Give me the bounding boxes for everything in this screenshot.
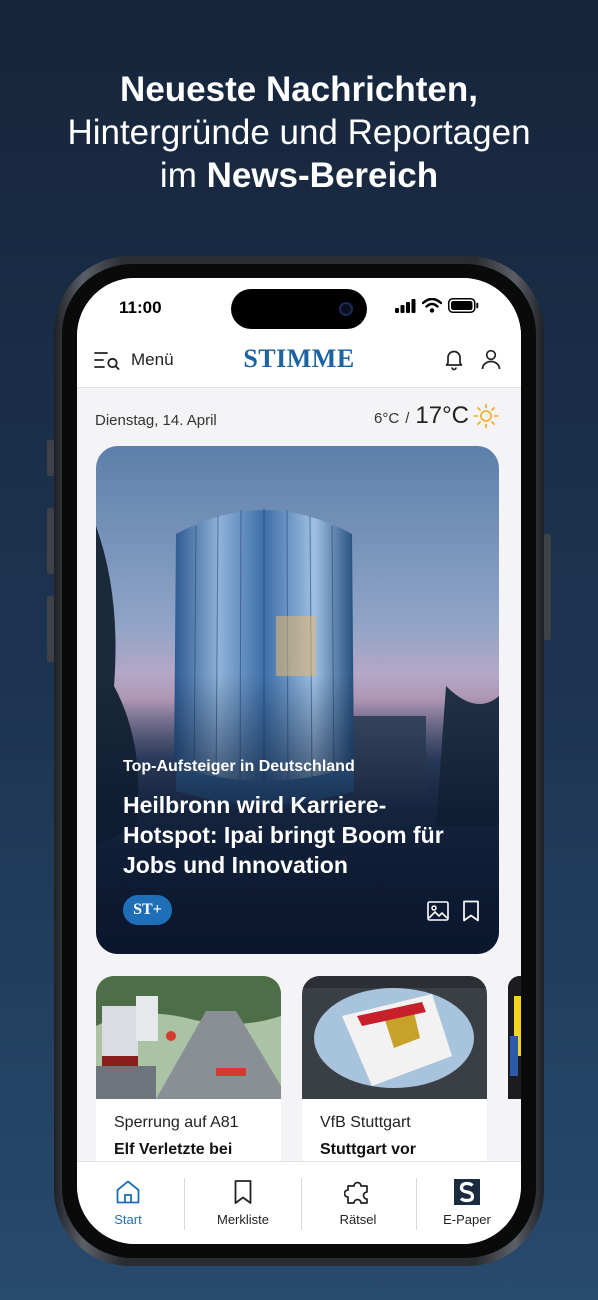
nav-divider [416, 1178, 417, 1230]
volume-down-button [47, 596, 54, 662]
promo-line-2: Hintergründe und Reportagen [67, 113, 531, 152]
card-2-image [302, 976, 487, 1099]
card-2-kicker: VfB Stuttgart [320, 1114, 411, 1131]
front-camera [339, 302, 353, 316]
temperature-low: 6°C [374, 410, 400, 427]
temperature-separator: / [405, 410, 410, 427]
promo-line-3-bold: News-Bereich [206, 156, 439, 195]
nav-divider [301, 1178, 302, 1230]
article-card-1[interactable]: Sperrung auf A81 Elf Verletzte bei [96, 976, 281, 1176]
sun-icon [473, 403, 499, 429]
bookmark-icon[interactable] [459, 899, 483, 923]
hero-title[interactable]: Heilbronn wird Karriere-Hotspot: Ipai br… [123, 790, 479, 880]
nav-merkliste[interactable]: Merkliste [199, 1162, 287, 1244]
app-header: Menü STIMME [77, 338, 521, 388]
nav-epaper-label: E-Paper [443, 1212, 491, 1227]
volume-up-button [47, 508, 54, 574]
promo-line-3-prefix: im [159, 156, 197, 195]
weather-widget[interactable]: 6°C / 17°C [374, 402, 499, 430]
gallery-icon[interactable] [426, 899, 450, 923]
article-card-2[interactable]: VfB Stuttgart Stuttgart vor [302, 976, 487, 1176]
bell-icon[interactable] [442, 347, 466, 371]
home-icon [116, 1180, 140, 1204]
mute-switch [47, 440, 54, 476]
promo-line-1: Neueste Nachrichten, [120, 70, 478, 109]
phone-screen: 11:00 Menü STIMME Dienstag, 14. April 6°… [77, 278, 521, 1244]
bottom-navigation: Start Merkliste Rätsel E-Paper [77, 1161, 521, 1244]
cellular-signal-icon [395, 298, 416, 313]
nav-start-label: Start [114, 1212, 142, 1227]
nav-raetsel[interactable]: Rätsel [318, 1162, 398, 1244]
puzzle-icon [344, 1181, 368, 1204]
wifi-icon [422, 298, 442, 313]
battery-icon [448, 298, 479, 313]
status-bar: 11:00 [77, 278, 521, 338]
hero-text: Top-Aufsteiger in Deutschland Heilbronn … [123, 758, 479, 880]
user-icon[interactable] [479, 347, 503, 371]
promo-headline: Neueste Nachrichten, Hintergründe und Re… [0, 68, 598, 197]
status-time: 11:00 [119, 298, 162, 317]
card-3-image [508, 976, 521, 1099]
nav-divider [184, 1178, 185, 1230]
nav-epaper[interactable]: E-Paper [429, 1162, 505, 1244]
hero-kicker: Top-Aufsteiger in Deutschland [123, 758, 355, 775]
card-1-image [96, 976, 281, 1099]
nav-raetsel-label: Rätsel [339, 1212, 377, 1227]
current-date: Dienstag, 14. April [95, 412, 217, 429]
bookmark-icon [234, 1180, 252, 1204]
nav-merkliste-label: Merkliste [216, 1212, 269, 1227]
card-2-title: Stuttgart vor [320, 1141, 416, 1158]
promo-line-3: im News-Bereich [0, 154, 598, 197]
article-card-3-peek[interactable] [508, 976, 521, 1099]
power-button [544, 534, 551, 640]
date-weather-row: Dienstag, 14. April 6°C / 17°C [77, 388, 521, 446]
temperature-high: 17°C [415, 402, 469, 429]
card-1-kicker: Sperrung auf A81 [114, 1114, 239, 1131]
hero-article[interactable]: Top-Aufsteiger in Deutschland Heilbronn … [96, 446, 499, 954]
dynamic-island [231, 289, 367, 329]
nav-start[interactable]: Start [89, 1162, 167, 1244]
st-plus-badge: ST+ [123, 895, 172, 925]
epaper-icon [454, 1179, 480, 1205]
status-icons [395, 298, 479, 313]
card-1-title: Elf Verletzte bei [114, 1141, 233, 1158]
